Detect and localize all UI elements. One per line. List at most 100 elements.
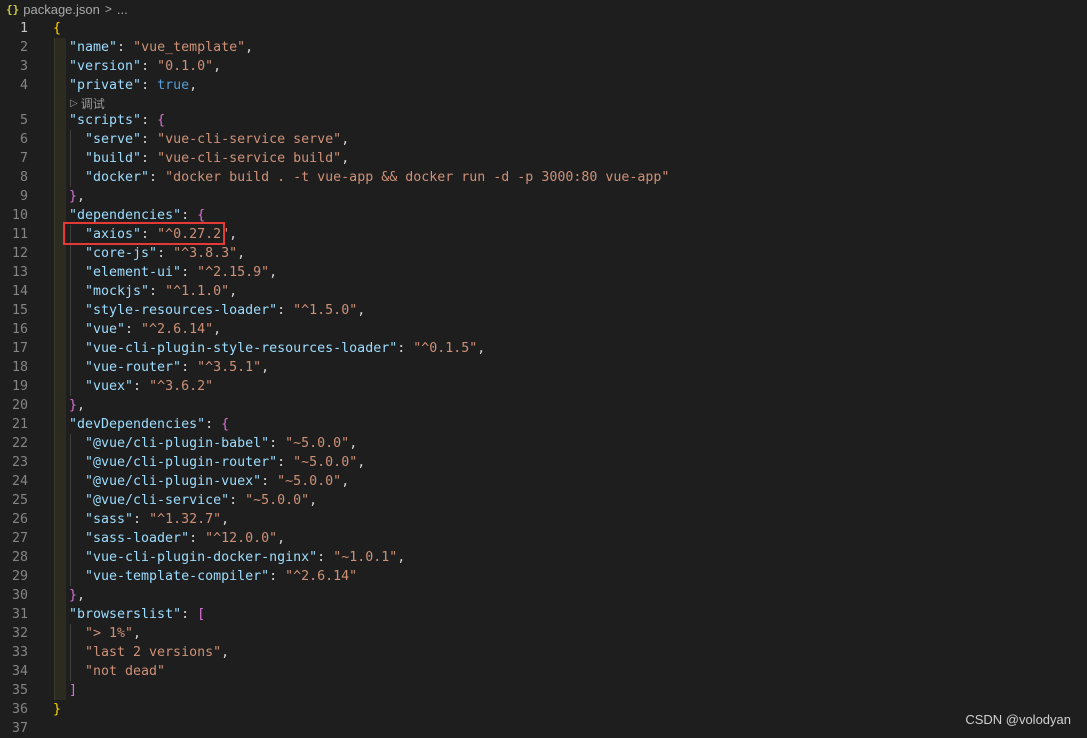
code-line[interactable]: 8 "docker": "docker build . -t vue-app &&… <box>0 168 1087 187</box>
line-number: 33 <box>11 645 28 660</box>
line-number: 14 <box>11 284 28 299</box>
code-line[interactable]: 6 "serve": "vue-cli-service serve", <box>0 130 1087 149</box>
line-number: 22 <box>11 436 28 451</box>
code-text: "vuex": "^3.6.2" <box>85 379 213 394</box>
code-token: , <box>229 284 238 299</box>
line-number: 10 <box>11 208 28 223</box>
code-token: "@vue/cli-plugin-babel" <box>85 436 270 451</box>
code-token: "vue-cli-service build" <box>157 151 342 166</box>
editor-text-area[interactable]: 1{2 "name": "vue_template", 3 "version": "0… <box>0 19 1087 738</box>
code-token: : <box>181 607 198 622</box>
line-number: 11 <box>11 227 28 242</box>
code-line[interactable]: 1{ <box>0 19 1087 38</box>
line-number: 32 <box>11 626 28 641</box>
code-token: { <box>197 208 206 223</box>
code-token: : <box>133 379 150 394</box>
code-token: "vue" <box>85 322 126 337</box>
code-line[interactable]: 24 "@vue/cli-plugin-vuex": "~5.0.0", <box>0 472 1087 491</box>
code-line[interactable]: 3 "version": "0.1.0", <box>0 57 1087 76</box>
code-token: "^2.6.14" <box>285 569 358 584</box>
code-token: { <box>221 417 230 432</box>
code-line[interactable]: 31 "browserslist": [ <box>0 605 1087 624</box>
code-line[interactable]: 16 "vue": "^2.6.14", <box>0 320 1087 339</box>
code-line[interactable]: 33 "last 2 versions", <box>0 643 1087 662</box>
code-token: : <box>125 322 142 337</box>
indent-guide-active <box>54 38 66 700</box>
code-token: , <box>221 645 230 660</box>
code-line[interactable]: 14 "mockjs": "^1.1.0", <box>0 282 1087 301</box>
code-token: "core-js" <box>85 246 158 261</box>
code-token: : <box>141 78 158 93</box>
code-line[interactable]: 17 "vue-cli-plugin-style-resources-loader… <box>0 339 1087 358</box>
code-line[interactable]: 25 "@vue/cli-service": "~5.0.0", <box>0 491 1087 510</box>
code-line[interactable]: 20}, <box>0 396 1087 415</box>
code-token: "> 1%" <box>85 626 134 641</box>
code-token: true <box>157 78 190 93</box>
code-text: "devDependencies": { <box>69 417 229 432</box>
code-token: "^0.1.5" <box>413 341 478 356</box>
line-number: 18 <box>11 360 28 375</box>
code-line[interactable]: 19 "vuex": "^3.6.2" <box>0 377 1087 396</box>
code-token: , <box>397 550 406 565</box>
code-token: "~5.0.0" <box>245 493 310 508</box>
code-text: }, <box>69 588 85 603</box>
debug-codelens[interactable]: ▷ 调试 <box>70 95 105 111</box>
code-text: "vue-template-compiler": "^2.6.14" <box>85 569 357 584</box>
code-token: } <box>53 702 62 717</box>
code-line[interactable]: 35] <box>0 681 1087 700</box>
code-line[interactable]: 4 "private": true, <box>0 76 1087 95</box>
code-token: : <box>261 474 278 489</box>
code-token: "browserslist" <box>69 607 182 622</box>
code-line[interactable]: 26 "sass": "^1.32.7", <box>0 510 1087 529</box>
code-text: "sass-loader": "^12.0.0", <box>85 531 285 546</box>
code-line[interactable]: 23 "@vue/cli-plugin-router": "~5.0.0", <box>0 453 1087 472</box>
code-line[interactable]: 34 "not dead" <box>0 662 1087 681</box>
code-line[interactable]: 36} <box>0 700 1087 719</box>
code-token: "^1.1.0" <box>165 284 230 299</box>
code-text: "> 1%", <box>85 626 141 641</box>
line-number: 3 <box>19 59 28 74</box>
code-token: } <box>69 398 78 413</box>
code-token: , <box>341 132 350 147</box>
code-token: , <box>213 59 222 74</box>
code-line[interactable]: 29 "vue-template-compiler": "^2.6.14" <box>0 567 1087 586</box>
code-line[interactable]: 27 "sass-loader": "^12.0.0", <box>0 529 1087 548</box>
code-line[interactable]: 15 "style-resources-loader": "^1.5.0", <box>0 301 1087 320</box>
code-token: , <box>357 455 366 470</box>
line-number: 8 <box>19 170 28 185</box>
code-token: "last 2 versions" <box>85 645 222 660</box>
code-line[interactable]: 32 "> 1%", <box>0 624 1087 643</box>
code-line[interactable]: 22 "@vue/cli-plugin-babel": "~5.0.0", <box>0 434 1087 453</box>
code-line[interactable]: 9}, <box>0 187 1087 206</box>
code-token: : <box>317 550 334 565</box>
breadcrumb[interactable]: {} package.json > ... <box>0 0 1087 18</box>
line-number: 23 <box>11 455 28 470</box>
play-icon: ▷ <box>70 97 78 109</box>
code-line[interactable]: 13 "element-ui": "^2.15.9", <box>0 263 1087 282</box>
breadcrumb-more[interactable]: ... <box>117 2 128 17</box>
code-line[interactable]: 21 "devDependencies": { <box>0 415 1087 434</box>
code-text: "style-resources-loader": "^1.5.0", <box>85 303 365 318</box>
code-token: : <box>205 417 222 432</box>
code-token: , <box>77 189 86 204</box>
code-token: } <box>69 189 78 204</box>
code-line[interactable]: 2 "name": "vue_template", <box>0 38 1087 57</box>
code-text: "not dead" <box>85 664 165 679</box>
code-line[interactable]: 7 "build": "vue-cli-service build", <box>0 149 1087 168</box>
code-text: }, <box>69 398 85 413</box>
breadcrumb-file[interactable]: package.json <box>23 2 100 17</box>
code-token: ] <box>69 683 78 698</box>
code-text: "mockjs": "^1.1.0", <box>85 284 237 299</box>
code-text: "sass": "^1.32.7", <box>85 512 229 527</box>
code-token: "@vue/cli-plugin-vuex" <box>85 474 262 489</box>
code-token: : <box>397 341 414 356</box>
line-number: 7 <box>19 151 28 166</box>
code-line[interactable]: 37 <box>0 719 1087 738</box>
code-line[interactable]: 18 "vue-router": "^3.5.1", <box>0 358 1087 377</box>
code-line[interactable]: 12 "core-js": "^3.8.3", <box>0 244 1087 263</box>
code-token: , <box>309 493 318 508</box>
code-line[interactable]: 5 "scripts": { <box>0 111 1087 130</box>
code-line[interactable]: 28 "vue-cli-plugin-docker-nginx": "~1.0.1… <box>0 548 1087 567</box>
code-line[interactable]: 30}, <box>0 586 1087 605</box>
watermark: CSDN @volodyan <box>965 712 1071 727</box>
